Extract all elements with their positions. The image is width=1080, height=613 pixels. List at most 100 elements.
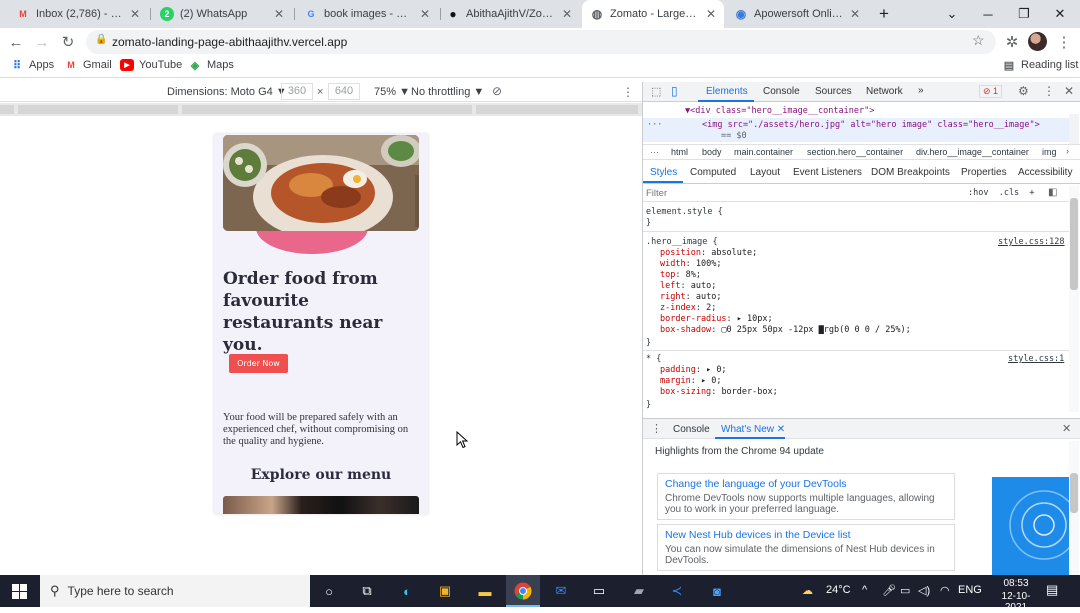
menu-image[interactable]: [223, 496, 419, 514]
ruler-segment[interactable]: [182, 105, 472, 114]
css-property-value[interactable]: 100%;: [696, 259, 722, 269]
tab-close-icon[interactable]: ✕: [706, 7, 716, 21]
weather-icon[interactable]: ☁: [802, 584, 813, 597]
drawer-scrollbar[interactable]: [1069, 441, 1079, 576]
subtab-dom-breakpoints[interactable]: DOM Breakpoints: [871, 167, 950, 178]
subtab-properties[interactable]: Properties: [961, 167, 1007, 178]
card-title[interactable]: New Nest Hub devices in the Device list: [665, 529, 947, 541]
css-property[interactable]: border-radius: ▸ 10px;: [660, 314, 773, 324]
reload-button[interactable]: ↻: [58, 32, 78, 52]
css-property-value[interactable]: ▸ 10px;: [737, 314, 773, 324]
cortana-icon[interactable]: ○: [318, 581, 340, 601]
toggle-sidebar-icon[interactable]: ◧: [1048, 187, 1057, 198]
drawer-scroll-thumb[interactable]: [1070, 473, 1078, 513]
css-property-name[interactable]: z-index: [660, 303, 696, 313]
css-property-value[interactable]: ▸ 0;: [701, 376, 721, 386]
chrome-icon[interactable]: [512, 581, 534, 601]
whats-new-card[interactable]: New Nest Hub devices in the Device list …: [657, 524, 955, 571]
device-height-input[interactable]: 640: [328, 83, 360, 100]
tab-close-icon[interactable]: ✕: [850, 7, 860, 21]
css-property[interactable]: padding: ▸ 0;: [660, 365, 727, 375]
css-property-value[interactable]: 2;: [706, 303, 716, 313]
rotate-icon[interactable]: ⊘: [492, 84, 502, 98]
volume-icon[interactable]: ◁): [918, 584, 930, 597]
subtab-event-listeners[interactable]: Event Listeners: [793, 167, 862, 178]
weather-temp[interactable]: 24°C: [826, 584, 851, 596]
minimize-button[interactable]: ─: [970, 0, 1006, 28]
breadcrumb-div[interactable]: div.hero__image__container: [916, 147, 1029, 157]
mail-icon[interactable]: ✉: [550, 581, 572, 601]
maximize-button[interactable]: ❐: [1006, 0, 1042, 28]
hero-image[interactable]: [223, 135, 419, 231]
css-property-name[interactable]: padding: [660, 365, 696, 375]
css-property[interactable]: width: 100%;: [660, 259, 721, 269]
filter-tools[interactable]: :hov .cls +: [968, 188, 1035, 198]
reading-list-button[interactable]: ▤ Reading list: [1002, 59, 1079, 72]
wifi-icon[interactable]: ◠: [940, 584, 950, 597]
breadcrumb-main[interactable]: main.container: [734, 147, 793, 157]
devtools-close-icon[interactable]: ✕: [1064, 84, 1074, 98]
css-property[interactable]: left: auto;: [660, 281, 716, 291]
drawer-close-icon[interactable]: ✕: [1062, 422, 1071, 435]
css-property-name[interactable]: margin: [660, 376, 691, 386]
bookmark-star-icon[interactable]: ☆: [972, 32, 985, 49]
subtab-styles[interactable]: Styles: [650, 167, 677, 178]
tab-close-icon[interactable]: ✕: [420, 7, 430, 21]
breadcrumb-html[interactable]: html: [671, 147, 688, 157]
zoom-dropdown[interactable]: 75% ▼: [374, 86, 410, 98]
dom-node-div[interactable]: ▼<div class="hero__image__container">: [685, 106, 874, 116]
ruler-segment[interactable]: [476, 105, 638, 114]
vscode-icon[interactable]: ≺: [666, 581, 688, 601]
terminal-icon[interactable]: ▭: [588, 581, 610, 601]
css-property-name[interactable]: top: [660, 270, 675, 280]
bookmark-maps[interactable]: ◈ Maps: [188, 59, 234, 72]
devtools-tab-elements[interactable]: Elements: [706, 86, 748, 97]
breadcrumb-ellipsis[interactable]: ···: [650, 147, 659, 157]
breadcrumb-section[interactable]: section.hero__container: [807, 147, 903, 157]
dom-ellipsis[interactable]: ···: [647, 120, 662, 130]
clock[interactable]: 08:53 12-10-2021: [998, 578, 1034, 613]
css-property-value[interactable]: border-box;: [721, 387, 777, 397]
hero-image-rule-selector[interactable]: .hero__image {: [646, 237, 718, 247]
css-property[interactable]: position: absolute;: [660, 248, 757, 258]
css-property-value[interactable]: auto;: [696, 292, 722, 302]
css-property[interactable]: margin: ▸ 0;: [660, 376, 721, 386]
bookmark-apps[interactable]: ⠿ Apps: [10, 59, 54, 72]
styles-filter-input[interactable]: [646, 186, 946, 200]
tab-search-dropdown-icon[interactable]: ⌄: [934, 0, 970, 28]
bookmark-youtube[interactable]: ▶ YouTube: [120, 59, 182, 71]
css-property[interactable]: top: 8%;: [660, 270, 701, 280]
microphone-icon[interactable]: 🎤︎: [882, 584, 896, 597]
tab-close-icon[interactable]: ✕: [274, 7, 284, 21]
input-language[interactable]: ENG: [958, 584, 982, 596]
browser-menu-icon[interactable]: ⋮: [1054, 32, 1074, 52]
tab-close-icon[interactable]: ✕: [562, 7, 572, 21]
css-property-name[interactable]: left: [660, 281, 680, 291]
profile-avatar[interactable]: [1028, 32, 1047, 51]
new-tab-button[interactable]: +: [866, 0, 902, 28]
css-property-name[interactable]: box-shadow: [660, 325, 711, 335]
lock-icon[interactable]: 🔒: [95, 34, 107, 45]
taskbar-search-box[interactable]: ⚲ Type here to search: [40, 575, 310, 607]
css-property-name[interactable]: position: [660, 248, 701, 258]
tab-gmail[interactable]: M Inbox (2,786) - abitha ✕: [8, 0, 148, 28]
url-text[interactable]: zomato-landing-page-abithaajithv.vercel.…: [112, 35, 347, 49]
windows-start-icon[interactable]: [8, 581, 30, 601]
styles-scroll-thumb[interactable]: [1070, 198, 1078, 290]
rule-source-link[interactable]: style.css:128: [998, 237, 1065, 247]
css-property-value[interactable]: ▸ 0;: [706, 365, 726, 375]
network-icon[interactable]: ▭: [900, 584, 910, 597]
bookmark-gmail[interactable]: M Gmail: [64, 59, 111, 71]
subtab-computed[interactable]: Computed: [690, 167, 736, 178]
breadcrumb-img[interactable]: img: [1042, 147, 1057, 157]
dom-scrollbar[interactable]: [1069, 114, 1079, 144]
devtools-more-tabs[interactable]: »: [918, 85, 924, 96]
device-width-input[interactable]: 360: [281, 83, 313, 100]
css-property-value[interactable]: absolute;: [711, 248, 757, 258]
css-property-name[interactable]: right: [660, 292, 686, 302]
subtab-layout[interactable]: Layout: [750, 167, 780, 178]
breadcrumb-body[interactable]: body: [702, 147, 722, 157]
ruler-segment[interactable]: [0, 105, 14, 114]
element-style-rule[interactable]: element.style {: [646, 207, 723, 217]
order-now-button[interactable]: Order Now: [229, 354, 288, 373]
